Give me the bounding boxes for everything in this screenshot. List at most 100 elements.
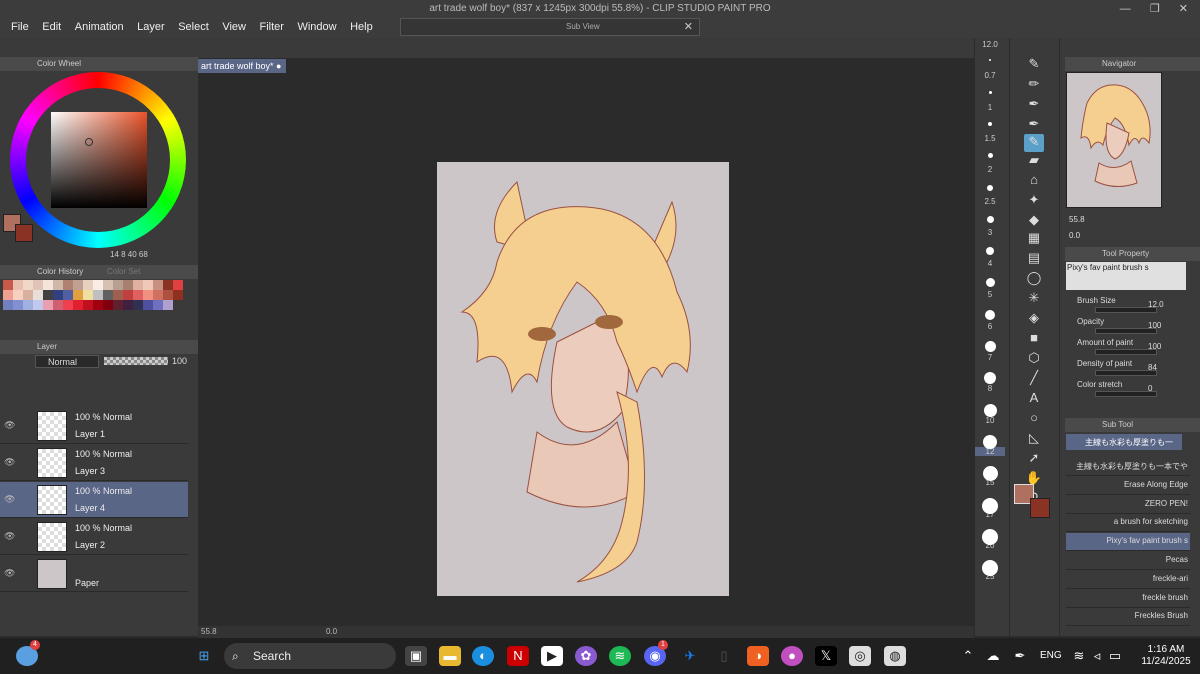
sub-tool-item[interactable]: freckle brush [1066, 590, 1190, 608]
brush-size-dot[interactable] [986, 215, 994, 223]
eraser-icon[interactable]: ▰ [1024, 152, 1044, 170]
color-history-swatch[interactable] [163, 290, 173, 300]
weather-icon[interactable]: 4 [16, 640, 40, 666]
clip-studio-paint-icon[interactable]: ◍ [884, 646, 906, 666]
color-history-swatch[interactable] [43, 300, 53, 310]
color-history-swatch[interactable] [23, 280, 33, 290]
color-history-swatch[interactable] [43, 280, 53, 290]
brush-size-label[interactable]: 8 [975, 384, 1005, 393]
youtube-icon[interactable]: ▶ [541, 646, 563, 666]
eye-icon[interactable]: 👁 [4, 568, 15, 579]
property-value[interactable]: 100 [1148, 321, 1161, 330]
color-history-swatch[interactable] [43, 290, 53, 300]
color-history-swatch[interactable] [53, 300, 63, 310]
brush-size-dot[interactable] [985, 309, 995, 320]
eye-icon[interactable]: 👁 [4, 457, 15, 468]
menu-select[interactable]: Select [178, 18, 209, 33]
layer-row[interactable]: 👁 Paper [0, 556, 188, 592]
sub-tool-item[interactable]: Erase Along Edge [1066, 477, 1190, 495]
wifi-icon[interactable]: ≋ [1072, 646, 1086, 666]
cloud-icon[interactable]: ☁ [985, 646, 1001, 666]
menu-animation[interactable]: Animation [75, 18, 124, 33]
color-history-swatch[interactable] [123, 300, 133, 310]
color-history-swatch[interactable] [13, 290, 23, 300]
color-history-swatch[interactable] [123, 290, 133, 300]
brush-size-dot[interactable] [987, 184, 993, 191]
clock[interactable]: 1:16 AM 11/24/2025 [1138, 644, 1194, 668]
sub-tool-item[interactable]: freckle-ari [1066, 571, 1190, 589]
saturation-value-square[interactable] [51, 112, 147, 208]
color-history-swatch[interactable] [73, 280, 83, 290]
color-history-swatch[interactable] [153, 280, 163, 290]
pen-icon[interactable]: ✎ [1024, 56, 1044, 74]
color-history-swatch[interactable] [133, 280, 143, 290]
property-value[interactable]: 100 [1148, 342, 1161, 351]
navigator-zoom[interactable]: 55.8 [1069, 215, 1085, 224]
paint-bucket-icon[interactable]: ◈ [1024, 310, 1044, 328]
brush-icon[interactable]: ✎ [1024, 134, 1044, 152]
pen-tray-icon[interactable]: ✒ [1012, 646, 1028, 666]
color-history-swatch[interactable] [103, 280, 113, 290]
brush-size-label[interactable]: 3 [975, 228, 1005, 237]
edge-icon[interactable]: ◐ [472, 646, 494, 666]
menu-help[interactable]: Help [350, 18, 373, 33]
eye-icon[interactable]: 👁 [4, 494, 15, 505]
brush-size-dot[interactable] [982, 560, 998, 577]
brush-size-dot[interactable] [987, 153, 993, 159]
color-history-swatch[interactable] [113, 290, 123, 300]
color-history-swatch[interactable] [73, 300, 83, 310]
color-history-swatch[interactable] [93, 290, 103, 300]
eye-icon[interactable]: 👁 [4, 420, 15, 431]
color-history-swatch[interactable] [153, 300, 163, 310]
color-history-swatch[interactable] [13, 300, 23, 310]
tab-color-history[interactable]: Color History [37, 267, 83, 276]
brush-size-label[interactable]: 7 [975, 353, 1005, 362]
brush-size-dot[interactable] [984, 341, 996, 352]
battery-icon[interactable]: ▭ [1108, 646, 1122, 666]
sub-tool-group[interactable]: 主線も水彩も厚塗りも一 [1066, 434, 1182, 450]
brush-size-dot[interactable] [988, 90, 992, 94]
color-history-swatch[interactable] [153, 290, 163, 300]
sub-view-window[interactable]: Sub View ✕ [400, 18, 700, 36]
color-history-swatch[interactable] [143, 280, 153, 290]
color-history-swatch[interactable] [93, 300, 103, 310]
sub-tool-item[interactable]: 主線も水彩も厚塗りも一本でや [1066, 458, 1190, 476]
zoom-readout[interactable]: 55.8 [201, 627, 217, 636]
menu-window[interactable]: Window [297, 18, 336, 33]
file-explorer-icon[interactable]: ▬ [439, 646, 461, 666]
close-icon[interactable]: ✕ [684, 20, 693, 33]
gradient-icon[interactable]: ■ [1024, 330, 1044, 348]
sub-color-chip[interactable] [1030, 498, 1050, 518]
sub-tool-item[interactable]: Freckles Brush [1066, 608, 1190, 627]
app-icon[interactable]: ▯ [713, 646, 735, 666]
brush-size-dot[interactable] [986, 247, 994, 256]
discord-icon[interactable]: ◉ 1 [644, 640, 668, 666]
fill-icon[interactable]: ▦ [1024, 230, 1044, 248]
window-controls[interactable]: — ❐ ✕ [1120, 2, 1196, 15]
color-history-swatch[interactable] [63, 280, 73, 290]
start-icon[interactable]: ⊞ [193, 646, 215, 666]
sub-color-swatch[interactable] [15, 224, 33, 242]
spotify-icon[interactable]: ≋ [609, 646, 631, 666]
brush-size-label[interactable]: 0.7 [975, 71, 1005, 80]
sub-tool-item[interactable]: Pixy's fav paint brush s [1066, 533, 1190, 552]
brush-size-dot[interactable] [983, 434, 997, 449]
clip-studio-icon[interactable]: ◎ [849, 646, 871, 666]
color-history-swatch[interactable] [53, 290, 63, 300]
color-history-swatch[interactable] [23, 300, 33, 310]
brush-size-label[interactable]: 10 [975, 416, 1005, 425]
sub-tool-item[interactable]: ZERO PEN! [1066, 496, 1190, 514]
color-history-swatch[interactable] [33, 280, 43, 290]
layer-row[interactable]: 👁 100 % Normal Layer 4 [0, 482, 188, 518]
brush-size-label[interactable]: 4 [975, 259, 1005, 268]
color-history-swatch[interactable] [123, 280, 133, 290]
color-history-swatch[interactable] [33, 290, 43, 300]
blend-icon[interactable]: ◆ [1024, 212, 1044, 230]
color-history-swatch[interactable] [33, 300, 43, 310]
volume-icon[interactable]: ◃ [1090, 646, 1104, 666]
creative-app-icon[interactable]: ◑ [747, 646, 769, 666]
copilot-icon[interactable]: ✿ [575, 646, 597, 666]
frame-icon[interactable]: ▤ [1024, 250, 1044, 268]
color-history-swatch[interactable] [103, 290, 113, 300]
artwork-canvas[interactable] [437, 162, 729, 596]
